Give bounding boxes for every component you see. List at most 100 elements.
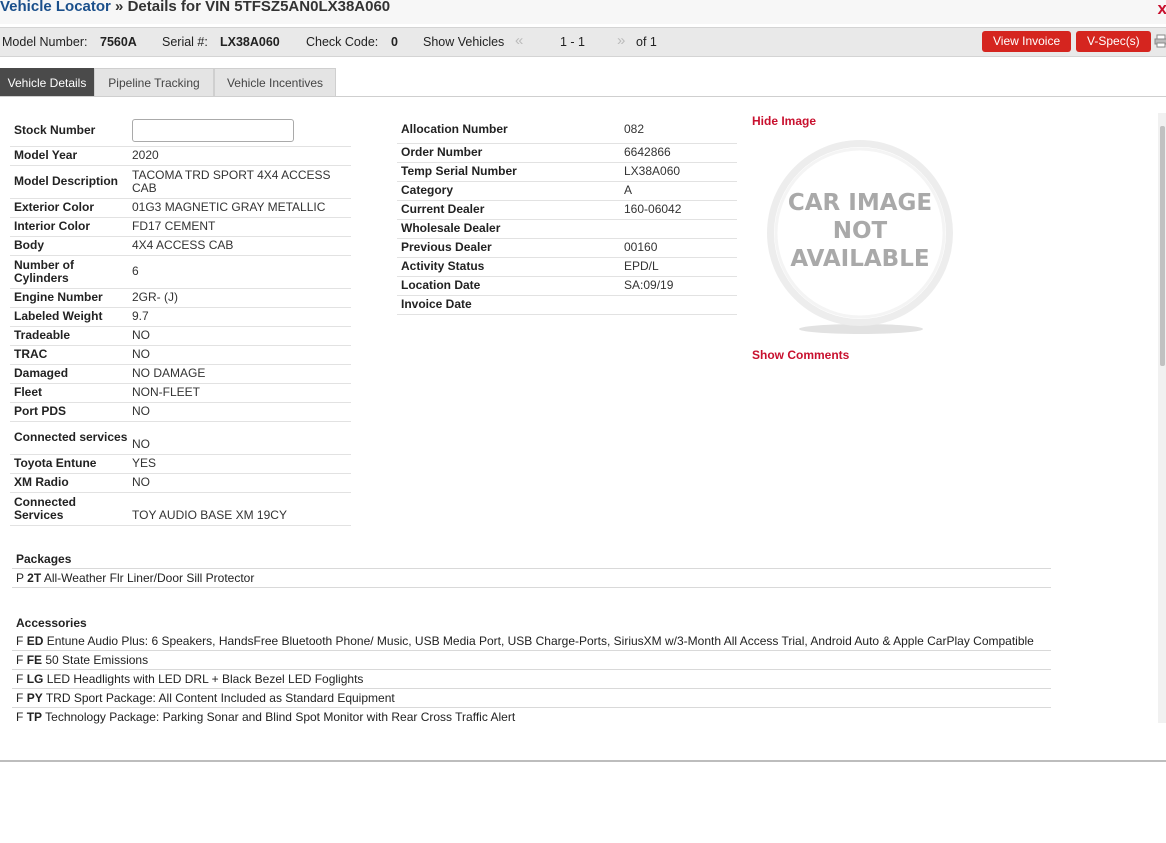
scrollbar-thumb[interactable] (1160, 126, 1165, 366)
tab-vehicle-details[interactable]: Vehicle Details (0, 68, 94, 97)
print-icon[interactable] (1154, 34, 1166, 48)
detail-value (128, 115, 351, 147)
detail-row: Wholesale Dealer (397, 219, 737, 239)
detail-label: Current Dealer (397, 200, 620, 220)
detail-row: Activity Status EPD/L (397, 257, 737, 277)
detail-label: Fleet (10, 383, 128, 403)
detail-row: Connected services NO (10, 421, 351, 455)
list-item: F ED Entune Audio Plus: 6 Speakers, Hand… (12, 632, 1051, 651)
detail-value: TACOMA TRD SPORT 4X4 ACCESS CAB (128, 165, 351, 199)
detail-row: Damaged NO DAMAGE (10, 364, 351, 384)
detail-value: FD17 CEMENT (128, 217, 351, 237)
detail-value: NO (128, 473, 351, 493)
vehicle-info-bar: Model Number: 7560A Serial #: LX38A060 C… (0, 27, 1166, 57)
title-bar: Vehicle Locator » Details for VIN 5TFSZ5… (0, 0, 1166, 24)
model-number-label: Model Number: (2, 35, 88, 49)
detail-value: 082 (620, 117, 737, 144)
detail-value: YES (128, 454, 351, 474)
hide-image-link[interactable]: Hide Image (752, 114, 816, 128)
detail-value: NON-FLEET (128, 383, 351, 403)
serial-value: LX38A060 (220, 35, 280, 49)
details-title: Details for VIN 5TFSZ5AN0LX38A060 (127, 0, 391, 15)
detail-row: Category A (397, 181, 737, 201)
detail-label: Interior Color (10, 217, 128, 237)
detail-value: 01G3 MAGNETIC GRAY METALLIC (128, 198, 351, 218)
detail-row: Exterior Color 01G3 MAGNETIC GRAY METALLI… (10, 198, 351, 218)
list-item: F FE 50 State Emissions (12, 651, 1051, 670)
detail-value: SA:09/19 (620, 276, 737, 296)
item-text: Entune Audio Plus: 6 Speakers, HandsFree… (46, 634, 1034, 648)
detail-value: 2GR- (J) (128, 288, 351, 308)
detail-row: Fleet NON-FLEET (10, 383, 351, 403)
vspec-button[interactable]: V-Spec(s) (1076, 31, 1151, 52)
item-code: PY (26, 691, 43, 705)
detail-label: Port PDS (10, 402, 128, 422)
detail-value: 6 (128, 255, 351, 289)
detail-label: Engine Number (10, 288, 128, 308)
item-text: 50 State Emissions (45, 653, 149, 667)
detail-value: NO (128, 402, 351, 422)
close-icon[interactable]: x (1158, 0, 1166, 19)
detail-value: 160-06042 (620, 200, 737, 220)
detail-row: Port PDS NO (10, 402, 351, 422)
detail-row-stock-number: Stock Number (10, 115, 351, 147)
model-number-value: 7560A (100, 35, 137, 49)
detail-value: 2020 (128, 146, 351, 166)
view-invoice-button[interactable]: View Invoice (982, 31, 1072, 52)
accessories-list: F ED Entune Audio Plus: 6 Speakers, Hand… (12, 632, 1051, 726)
item-code: TP (26, 710, 43, 724)
check-code-label: Check Code: (306, 35, 379, 49)
detail-value (620, 295, 737, 315)
vehicle-details-table: Stock Number Model Year 2020 Model Descri… (10, 115, 351, 526)
check-code-value: 0 (391, 35, 398, 49)
item-prefix: F (16, 634, 24, 648)
serial-label: Serial #: (162, 35, 208, 49)
page-range: 1 - 1 (560, 35, 586, 49)
item-code: FE (26, 653, 43, 667)
placeholder-line: CAR IMAGE (788, 190, 932, 216)
detail-row: Tradeable NO (10, 326, 351, 346)
item-text: LED Headlights with LED DRL + Black Beze… (46, 672, 364, 686)
detail-label: Previous Dealer (397, 238, 620, 258)
detail-label: Number of Cylinders (10, 255, 128, 289)
app-title-link[interactable]: Vehicle Locator (0, 0, 111, 15)
list-item: F PY TRD Sport Package: All Content Incl… (12, 689, 1051, 708)
detail-label: Invoice Date (397, 295, 620, 315)
detail-label: Category (397, 181, 620, 201)
detail-row: Engine Number 2GR- (J) (10, 288, 351, 308)
show-comments-link[interactable]: Show Comments (752, 348, 849, 362)
tab-vehicle-incentives[interactable]: Vehicle Incentives (214, 68, 336, 97)
detail-label: Order Number (397, 143, 620, 163)
list-item: P 2T All-Weather Flr Liner/Door Sill Pro… (12, 568, 1051, 588)
detail-row: Interior Color FD17 CEMENT (10, 217, 351, 237)
prev-page-icon[interactable]: « (515, 32, 523, 49)
detail-label: XM Radio (10, 473, 128, 493)
detail-value (620, 219, 737, 239)
detail-value: 9.7 (128, 307, 351, 327)
detail-label: Body (10, 236, 128, 256)
detail-row: Invoice Date (397, 295, 737, 315)
detail-row: Number of Cylinders 6 (10, 255, 351, 289)
item-code: ED (26, 634, 44, 648)
accessories-title: Accessories (16, 616, 87, 630)
detail-label: Location Date (397, 276, 620, 296)
item-code: LG (26, 672, 44, 686)
detail-value: A (620, 181, 737, 201)
detail-value: NO (128, 345, 351, 365)
detail-row: Connected Services TOY AUDIO BASE XM 19CY (10, 492, 351, 526)
detail-value: NO (128, 421, 351, 455)
detail-value: TOY AUDIO BASE XM 19CY (128, 492, 351, 526)
tab-pipeline-tracking[interactable]: Pipeline Tracking (94, 68, 214, 97)
detail-label: Model Description (10, 165, 128, 199)
detail-label: Toyota Entune (10, 454, 128, 474)
title-separator: » (110, 0, 128, 15)
detail-label: Damaged (10, 364, 128, 384)
detail-row: Toyota Entune YES (10, 454, 351, 474)
next-page-icon[interactable]: » (617, 32, 625, 49)
detail-value: 6642866 (620, 143, 737, 163)
stock-number-input[interactable] (132, 118, 294, 142)
detail-value: 00160 (620, 238, 737, 258)
item-prefix: F (16, 710, 24, 724)
detail-value: LX38A060 (620, 162, 737, 182)
detail-row: Model Year 2020 (10, 146, 351, 166)
